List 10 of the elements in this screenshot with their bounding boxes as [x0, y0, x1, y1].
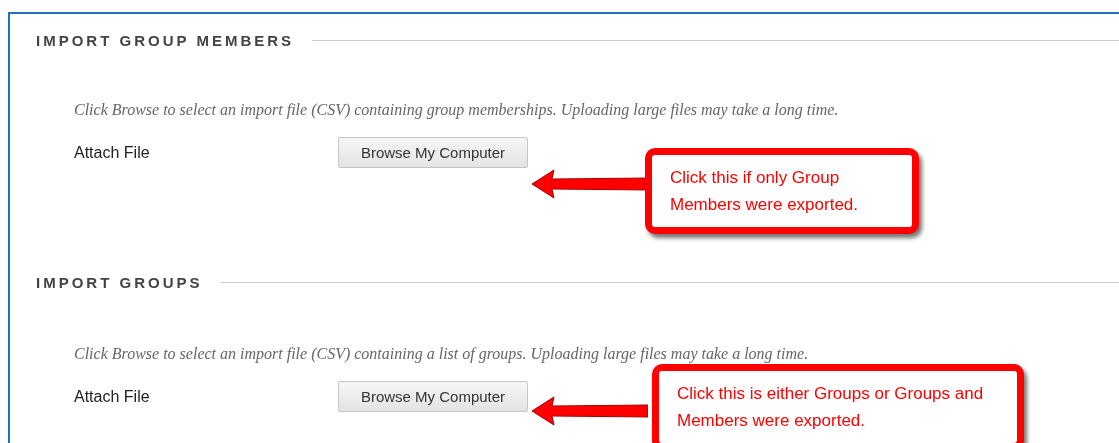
callout-note: Click this is either Groups or Groups and Members were exported. — [652, 364, 1024, 443]
field-label: Attach File — [74, 143, 151, 162]
instructions-text: Click Browse to select an import file (CSV) containing group memberships. Uploading large files may take a long time. — [74, 101, 840, 119]
section-heading: IMPORT GROUP MEMBERS — [36, 32, 295, 49]
section-heading: IMPORT GROUPS — [36, 274, 203, 291]
instructions-text: Click Browse to select an import file (CSV) containing a list of groups. Uploading large files may take a long time. — [74, 345, 810, 363]
browse-button[interactable]: Browse My Computer — [338, 137, 528, 168]
callout-note: Click this if only Group Members were exported. — [645, 148, 919, 234]
browse-button[interactable]: Browse My Computer — [338, 381, 528, 412]
field-label: Attach File — [74, 387, 151, 406]
